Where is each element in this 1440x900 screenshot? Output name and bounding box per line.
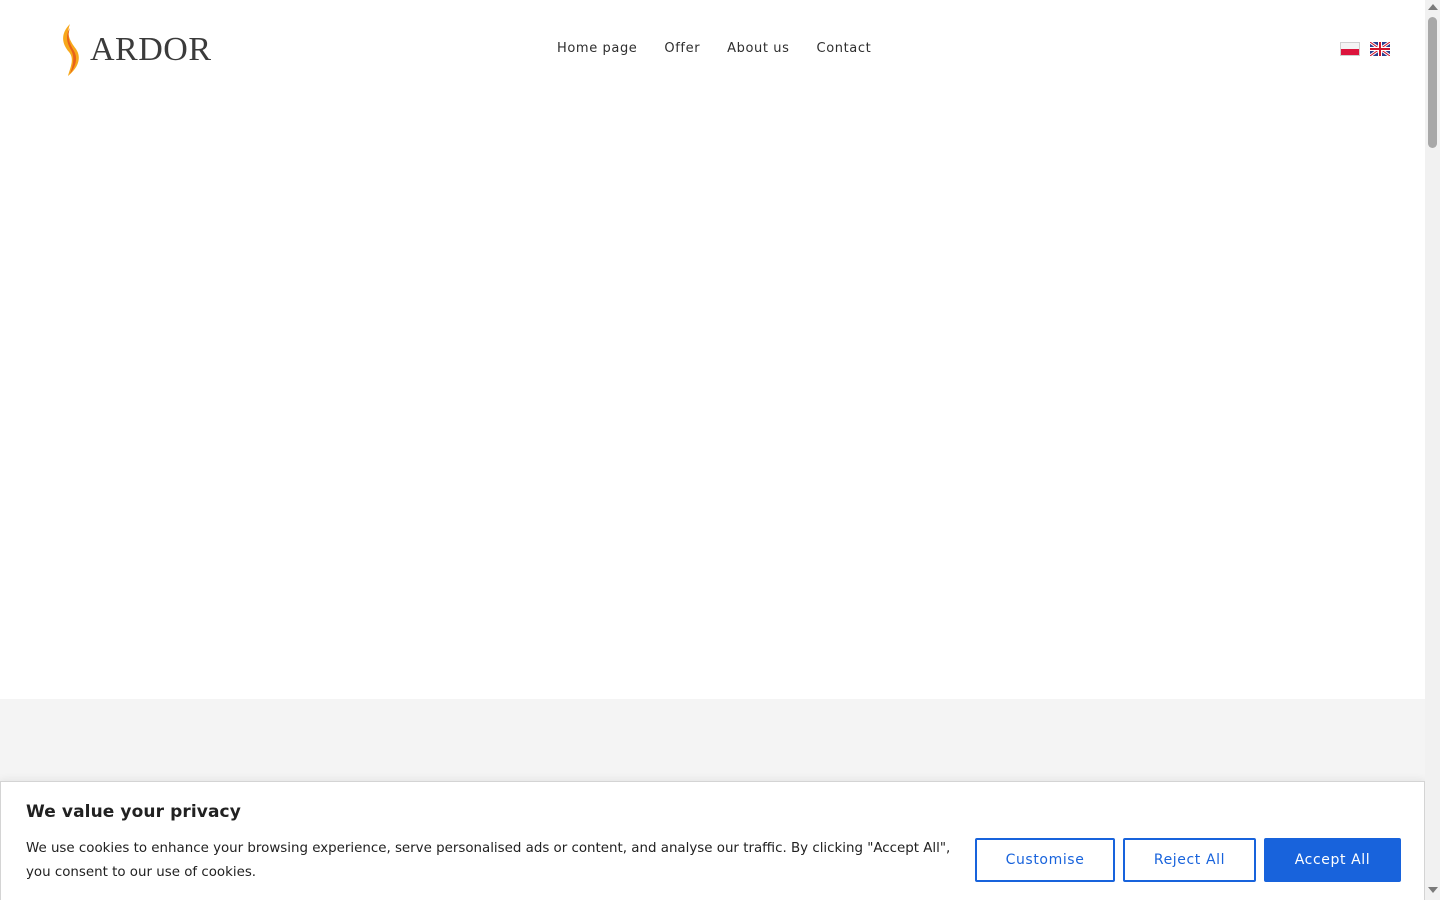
reject-all-button[interactable]: Reject All: [1123, 838, 1256, 882]
poland-flag-icon[interactable]: [1340, 42, 1360, 56]
vertical-scrollbar[interactable]: [1425, 0, 1440, 900]
browser-viewport: ARDOR Home page Offer About us Contact W…: [0, 0, 1440, 900]
flame-icon: [63, 24, 79, 76]
nav-offer[interactable]: Offer: [664, 40, 700, 58]
customise-button[interactable]: Customise: [975, 838, 1115, 882]
cookie-title: We value your privacy: [26, 802, 241, 822]
nav-contact[interactable]: Contact: [817, 40, 872, 58]
accept-all-button[interactable]: Accept All: [1264, 838, 1401, 882]
logo-text: ARDOR: [90, 31, 212, 68]
site-header: ARDOR Home page Offer About us Contact: [0, 0, 1425, 100]
uk-flag-icon[interactable]: [1369, 40, 1391, 58]
cookie-banner: We value your privacy We use cookies to …: [0, 781, 1425, 900]
nav-about[interactable]: About us: [727, 40, 789, 58]
scroll-up-arrow-icon[interactable]: [1428, 4, 1438, 10]
scroll-down-arrow-icon[interactable]: [1428, 887, 1438, 893]
language-switcher: [1340, 40, 1391, 58]
page: ARDOR Home page Offer About us Contact W…: [0, 0, 1425, 900]
scrollbar-thumb[interactable]: [1428, 17, 1437, 148]
main-nav: Home page Offer About us Contact: [557, 40, 898, 58]
cookie-description: We use cookies to enhance your browsing …: [26, 841, 951, 880]
logo-link[interactable]: ARDOR: [56, 22, 212, 78]
nav-home[interactable]: Home page: [557, 40, 637, 58]
